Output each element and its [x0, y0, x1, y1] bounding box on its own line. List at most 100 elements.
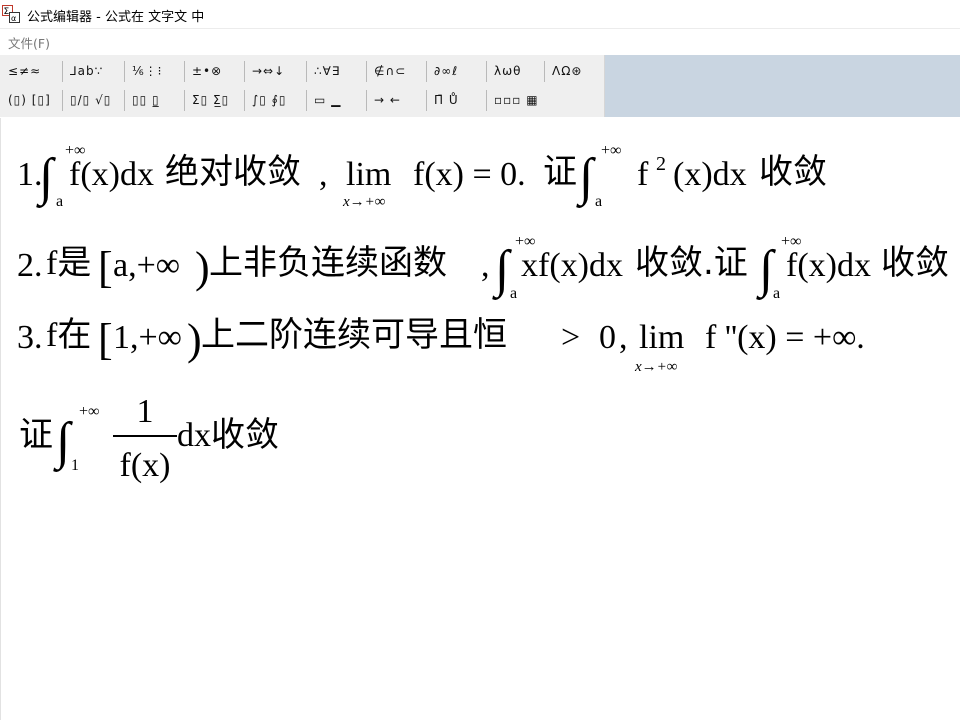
converge-text: 收敛 — [881, 243, 949, 283]
window-title: 公式编辑器 - 公式在 文字文 中 — [27, 10, 205, 25]
line-3-text-twice-differentiable: 上二阶连续可导且恒 — [201, 315, 507, 355]
prove-label: 证 — [19, 415, 53, 455]
zero: 0 — [599, 319, 616, 356]
integral-lower-limit: a — [595, 193, 602, 210]
integral-upper-limit: +∞ — [601, 142, 621, 159]
menu-file[interactable]: 文件(F) — [8, 33, 50, 52]
relations-palette-button[interactable]: ≤≠≈ — [8, 58, 41, 85]
toolbar-separator — [244, 90, 245, 111]
sets-palette-button[interactable]: ∉∩⊂ — [374, 58, 406, 85]
toolbar-separator — [62, 61, 63, 82]
limit-expression: f(x) = 0. — [413, 156, 526, 193]
integral-sign: ∫ — [36, 149, 56, 208]
comma: , — [319, 156, 328, 193]
after-fraction: dx收敛 — [177, 416, 279, 454]
right-paren: ) — [187, 315, 202, 364]
fraction-radical-template-button[interactable]: ▯/▯ √▯ — [70, 87, 111, 114]
subscript-template-button[interactable]: ▯▯ ▯̲ — [132, 87, 160, 114]
integral-upper-limit: +∞ — [79, 403, 99, 420]
integral-sign: ∫ — [576, 149, 596, 208]
toolbar-separator — [244, 61, 245, 82]
formula-editing-area[interactable]: 1. ∫ +∞ a f(x)dx 绝对收敛 , lim x→+∞ f(x) = … — [0, 118, 960, 720]
line-3-number: 3. — [17, 319, 43, 356]
integral-sign: ∫ — [492, 241, 512, 300]
function-f-is: f是 — [46, 245, 91, 282]
toolbar-separator — [426, 90, 427, 111]
dx-converge-text: dx收敛 — [177, 416, 279, 454]
integrand: (x)dx — [673, 156, 747, 193]
matrix-template-button[interactable]: ▫▫▫ ▦ — [494, 87, 539, 114]
formula-line-4: 证 ∫ +∞ 1 1 f(x) dx收敛 — [19, 393, 279, 484]
comma: , — [481, 247, 490, 284]
operators-palette-button[interactable]: ±•⊗ — [192, 58, 222, 85]
right-paren: ) — [195, 243, 210, 292]
misc-symbols-palette-button[interactable]: ∂∞ℓ — [434, 58, 458, 85]
toolbar-separator — [184, 90, 185, 111]
underbar-template-button[interactable]: ▭ ▁ — [314, 87, 341, 114]
prove-label: 证 — [543, 152, 577, 192]
toolbar-separator — [306, 61, 307, 82]
interval: a,+∞ — [113, 247, 180, 284]
formula-line-1: 1. ∫ +∞ a f(x)dx 绝对收敛 , lim x→+∞ f(x) = … — [17, 142, 827, 210]
integrand: f(x)dx — [69, 156, 154, 193]
toolbar-separator — [184, 61, 185, 82]
integral-lower-limit: 1 — [71, 457, 79, 474]
left-bracket: [ — [98, 315, 113, 364]
converge-text: 收敛 — [759, 152, 827, 192]
svg-text:Σ: Σ — [4, 7, 10, 17]
menu-bar: 文件(F) — [0, 29, 960, 53]
interval: 1,+∞ — [113, 319, 182, 356]
limit-subscript: x→+∞ — [634, 359, 678, 375]
fences-template-button[interactable]: (▯) [▯] — [8, 87, 51, 114]
arrows-palette-button[interactable]: →⇔↓ — [252, 58, 285, 85]
svg-text:α: α — [11, 14, 16, 23]
integral-sign: ∫ — [53, 413, 73, 472]
toolbar-separator — [306, 90, 307, 111]
toolbar-separator — [486, 90, 487, 111]
toolbar-panel: ≤≠≈ ⅃ab∵ ⅙⋮⁝ ±•⊗ →⇔↓ ∴∀∃ ∉∩⊂ ∂∞ℓ λωθ ΛΩ⊛… — [0, 55, 605, 117]
limit-subscript: x→+∞ — [342, 194, 386, 210]
toolbar-separator — [486, 61, 487, 82]
summation-template-button[interactable]: Σ▯ Σ̲▯ — [192, 87, 229, 114]
line-1-text-absolute-convergence: 绝对收敛 — [165, 152, 301, 192]
line-2-text-nonneg-continuous: 上非负连续函数 — [209, 243, 447, 283]
integral-lower-limit: a — [56, 193, 63, 210]
greek-upper-palette-button[interactable]: ΛΩ⊛ — [552, 58, 582, 85]
formula-line-3: 3. f在 [ 1,+∞ ) 上二阶连续可导且恒 > 0 , lim x→+∞ … — [17, 315, 865, 375]
formula-canvas: 1. ∫ +∞ a f(x)dx 绝对收敛 , lim x→+∞ f(x) = … — [17, 142, 949, 484]
fraction-numerator: 1 — [137, 393, 154, 430]
limit-operator: lim — [639, 319, 684, 356]
integral-template-button[interactable]: ∫▯ ∮▯ — [252, 87, 287, 114]
line-2-text-converge-prove: 收敛.证 — [635, 243, 748, 283]
function-f-in: f在 — [46, 316, 91, 354]
toolbar-separator — [366, 61, 367, 82]
left-bracket: [ — [98, 243, 113, 292]
toolbar-separator — [124, 61, 125, 82]
formula-line-2: 2. f是 [ a,+∞ ) 上非负连续函数 , ∫ +∞ a xf(x)dx … — [17, 233, 949, 302]
greek-lower-palette-button[interactable]: λωθ — [494, 58, 522, 85]
line-3-text-f-in: f在 — [46, 316, 91, 354]
function-f: f — [637, 156, 649, 193]
comma: , — [619, 319, 628, 356]
products-template-button[interactable]: Π̄ Ů — [434, 87, 459, 114]
fraction-denominator: f(x) — [120, 447, 171, 484]
title-bar: Σ α 公式编辑器 - 公式在 文字文 中 — [0, 0, 960, 29]
toolbar-separator — [124, 90, 125, 111]
toolbar-separator — [544, 61, 545, 82]
integrand: f(x)dx — [786, 247, 871, 284]
embellishments-palette-button[interactable]: ⅙⋮⁝ — [132, 58, 162, 85]
limit-expression: f ''(x) = +∞. — [705, 319, 865, 356]
line-2-number: 2. — [17, 247, 43, 284]
toolbar-separator — [426, 61, 427, 82]
greater-than-sign: > — [561, 319, 580, 356]
logic-palette-button[interactable]: ∴∀∃ — [314, 58, 340, 85]
integral-lower-limit: a — [510, 285, 517, 302]
toolbar-separator — [62, 90, 63, 111]
labeled-arrow-template-button[interactable]: → ← — [374, 87, 401, 114]
spaces-palette-button[interactable]: ⅃ab∵ — [70, 58, 103, 85]
limit-operator: lim — [346, 156, 391, 193]
square-exponent: 2 — [656, 153, 666, 175]
symbol-toolbar: ≤≠≈ ⅃ab∵ ⅙⋮⁝ ±•⊗ →⇔↓ ∴∀∃ ∉∩⊂ ∂∞ℓ λωθ ΛΩ⊛… — [0, 55, 960, 117]
formula-editor-app-icon: Σ α — [2, 5, 20, 23]
integrand: xf(x)dx — [521, 247, 623, 284]
